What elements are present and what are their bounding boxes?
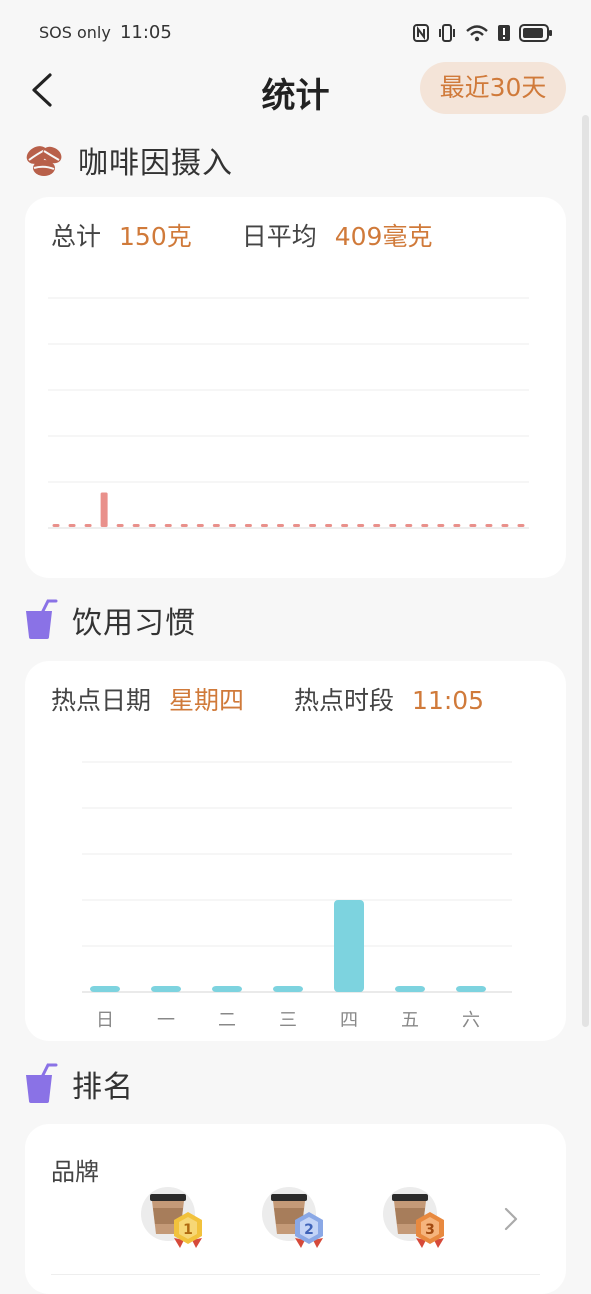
- caffeine-bar[interactable]: [341, 524, 349, 527]
- clock: 11:05: [119, 22, 172, 43]
- alert-icon: [498, 25, 510, 41]
- x-tick-label: 二: [218, 1010, 236, 1031]
- x-tick-label: 五: [401, 1010, 419, 1031]
- weekday-bar[interactable]: [212, 986, 242, 992]
- total-value: 150克: [119, 222, 192, 251]
- caffeine-bar[interactable]: [325, 524, 333, 527]
- caffeine-stats: 总计 150克 日平均 409毫克: [51, 217, 482, 253]
- caffeine-section-header: 咖啡因摄入: [24, 138, 233, 182]
- hot-day-value: 星期四: [169, 686, 245, 715]
- caffeine-bar[interactable]: [164, 524, 172, 527]
- caffeine-bar[interactable]: [260, 524, 268, 527]
- drink-cup-icon: [26, 599, 58, 639]
- habit-section-header: 饮用习惯: [24, 598, 196, 642]
- x-tick-label: 日: [96, 1010, 114, 1031]
- x-tick-label: 四: [340, 1010, 358, 1031]
- caffeine-bar[interactable]: [517, 524, 525, 527]
- ranking-section-header: 排名: [24, 1062, 134, 1106]
- status-icons: [413, 22, 553, 44]
- weekday-bar[interactable]: [456, 986, 486, 992]
- caffeine-bar[interactable]: [421, 524, 429, 527]
- caffeine-card: 总计 150克 日平均 409毫克: [25, 197, 566, 578]
- weekday-bar[interactable]: [90, 986, 120, 992]
- scrollbar[interactable]: [582, 115, 589, 1027]
- weekday-bar[interactable]: [273, 986, 303, 992]
- x-tick-label: 一: [157, 1010, 175, 1031]
- vibrate-icon: [439, 24, 455, 42]
- caffeine-bar[interactable]: [84, 524, 92, 527]
- caffeine-bar[interactable]: [100, 492, 108, 528]
- weekday-bar[interactable]: [151, 986, 181, 992]
- coffee-beans-icon: [26, 146, 62, 176]
- medal-badge-icon: 2: [295, 1212, 323, 1248]
- brand-label: 品牌: [51, 1158, 99, 1186]
- x-tick-label: 六: [462, 1010, 480, 1031]
- medal-rank-number: 2: [304, 1222, 314, 1238]
- caffeine-bar[interactable]: [453, 524, 461, 527]
- caffeine-bar[interactable]: [437, 524, 445, 527]
- daily-avg-label: 日平均: [241, 222, 317, 251]
- caffeine-bar[interactable]: [132, 524, 140, 527]
- caffeine-bar[interactable]: [276, 524, 284, 527]
- medal-rank-number: 3: [425, 1222, 435, 1238]
- drink-cup-icon: [26, 1063, 58, 1103]
- weekday-bar[interactable]: [334, 900, 364, 992]
- caffeine-bar[interactable]: [244, 524, 252, 527]
- date-range-button[interactable]: 最近30天: [420, 62, 566, 114]
- hot-time-value: 11:05: [412, 686, 485, 715]
- brand-rank-item[interactable]: 3: [382, 1184, 452, 1252]
- caffeine-bar[interactable]: [405, 524, 413, 527]
- habit-chart: 日一二三四五六: [82, 761, 512, 1031]
- caffeine-bar[interactable]: [501, 524, 509, 527]
- caffeine-bar[interactable]: [116, 524, 124, 527]
- caffeine-chart: [48, 297, 529, 529]
- habit-card: 热点日期 星期四 热点时段 11:05 日 一 二 三 四 五 六: [25, 661, 566, 1041]
- caffeine-bar[interactable]: [357, 524, 365, 527]
- brand-rank-item[interactable]: 1: [140, 1184, 210, 1252]
- weekday-bar[interactable]: [395, 986, 425, 992]
- total-label: 总计: [51, 222, 102, 251]
- ranking-card[interactable]: 品牌 1 2 3: [25, 1124, 566, 1294]
- caffeine-bar[interactable]: [293, 524, 301, 527]
- brand-rank-item[interactable]: 2: [261, 1184, 331, 1252]
- medal-badge-icon: 3: [416, 1212, 444, 1248]
- status-bar: SOS only 11:05: [0, 0, 591, 60]
- caffeine-bar[interactable]: [309, 524, 317, 527]
- daily-avg-value: 409毫克: [334, 222, 433, 251]
- section-title-ranking: 排名: [72, 1070, 134, 1105]
- caffeine-bar[interactable]: [148, 524, 156, 527]
- caffeine-bar[interactable]: [180, 524, 188, 527]
- medal-badge-icon: 1: [174, 1212, 202, 1248]
- caffeine-bar[interactable]: [52, 524, 60, 527]
- caffeine-bar[interactable]: [469, 524, 477, 527]
- nfc-icon: [413, 24, 429, 42]
- chevron-right-icon[interactable]: [501, 1206, 521, 1232]
- caffeine-bar[interactable]: [68, 524, 76, 527]
- divider: [51, 1274, 540, 1275]
- top-bar: 统计 最近30天: [0, 60, 591, 120]
- battery-icon: [519, 24, 552, 42]
- habit-stats: 热点日期 星期四 热点时段 11:05: [51, 681, 534, 717]
- caffeine-bar[interactable]: [196, 524, 204, 527]
- caffeine-bar[interactable]: [228, 524, 236, 527]
- hot-day-label: 热点日期: [51, 686, 152, 715]
- medal-rank-number: 1: [183, 1222, 193, 1238]
- status-left: SOS only 11:05: [39, 22, 172, 43]
- caffeine-bar[interactable]: [373, 524, 381, 527]
- section-title-caffeine: 咖啡因摄入: [78, 146, 233, 181]
- hot-time-label: 热点时段: [294, 686, 395, 715]
- caffeine-bar[interactable]: [389, 524, 397, 527]
- caffeine-bar[interactable]: [485, 524, 493, 527]
- caffeine-bar[interactable]: [212, 524, 220, 527]
- section-title-habit: 饮用习惯: [72, 606, 196, 641]
- wifi-icon: [466, 25, 488, 42]
- carrier-text: SOS only: [39, 23, 111, 42]
- x-tick-label: 三: [279, 1010, 297, 1031]
